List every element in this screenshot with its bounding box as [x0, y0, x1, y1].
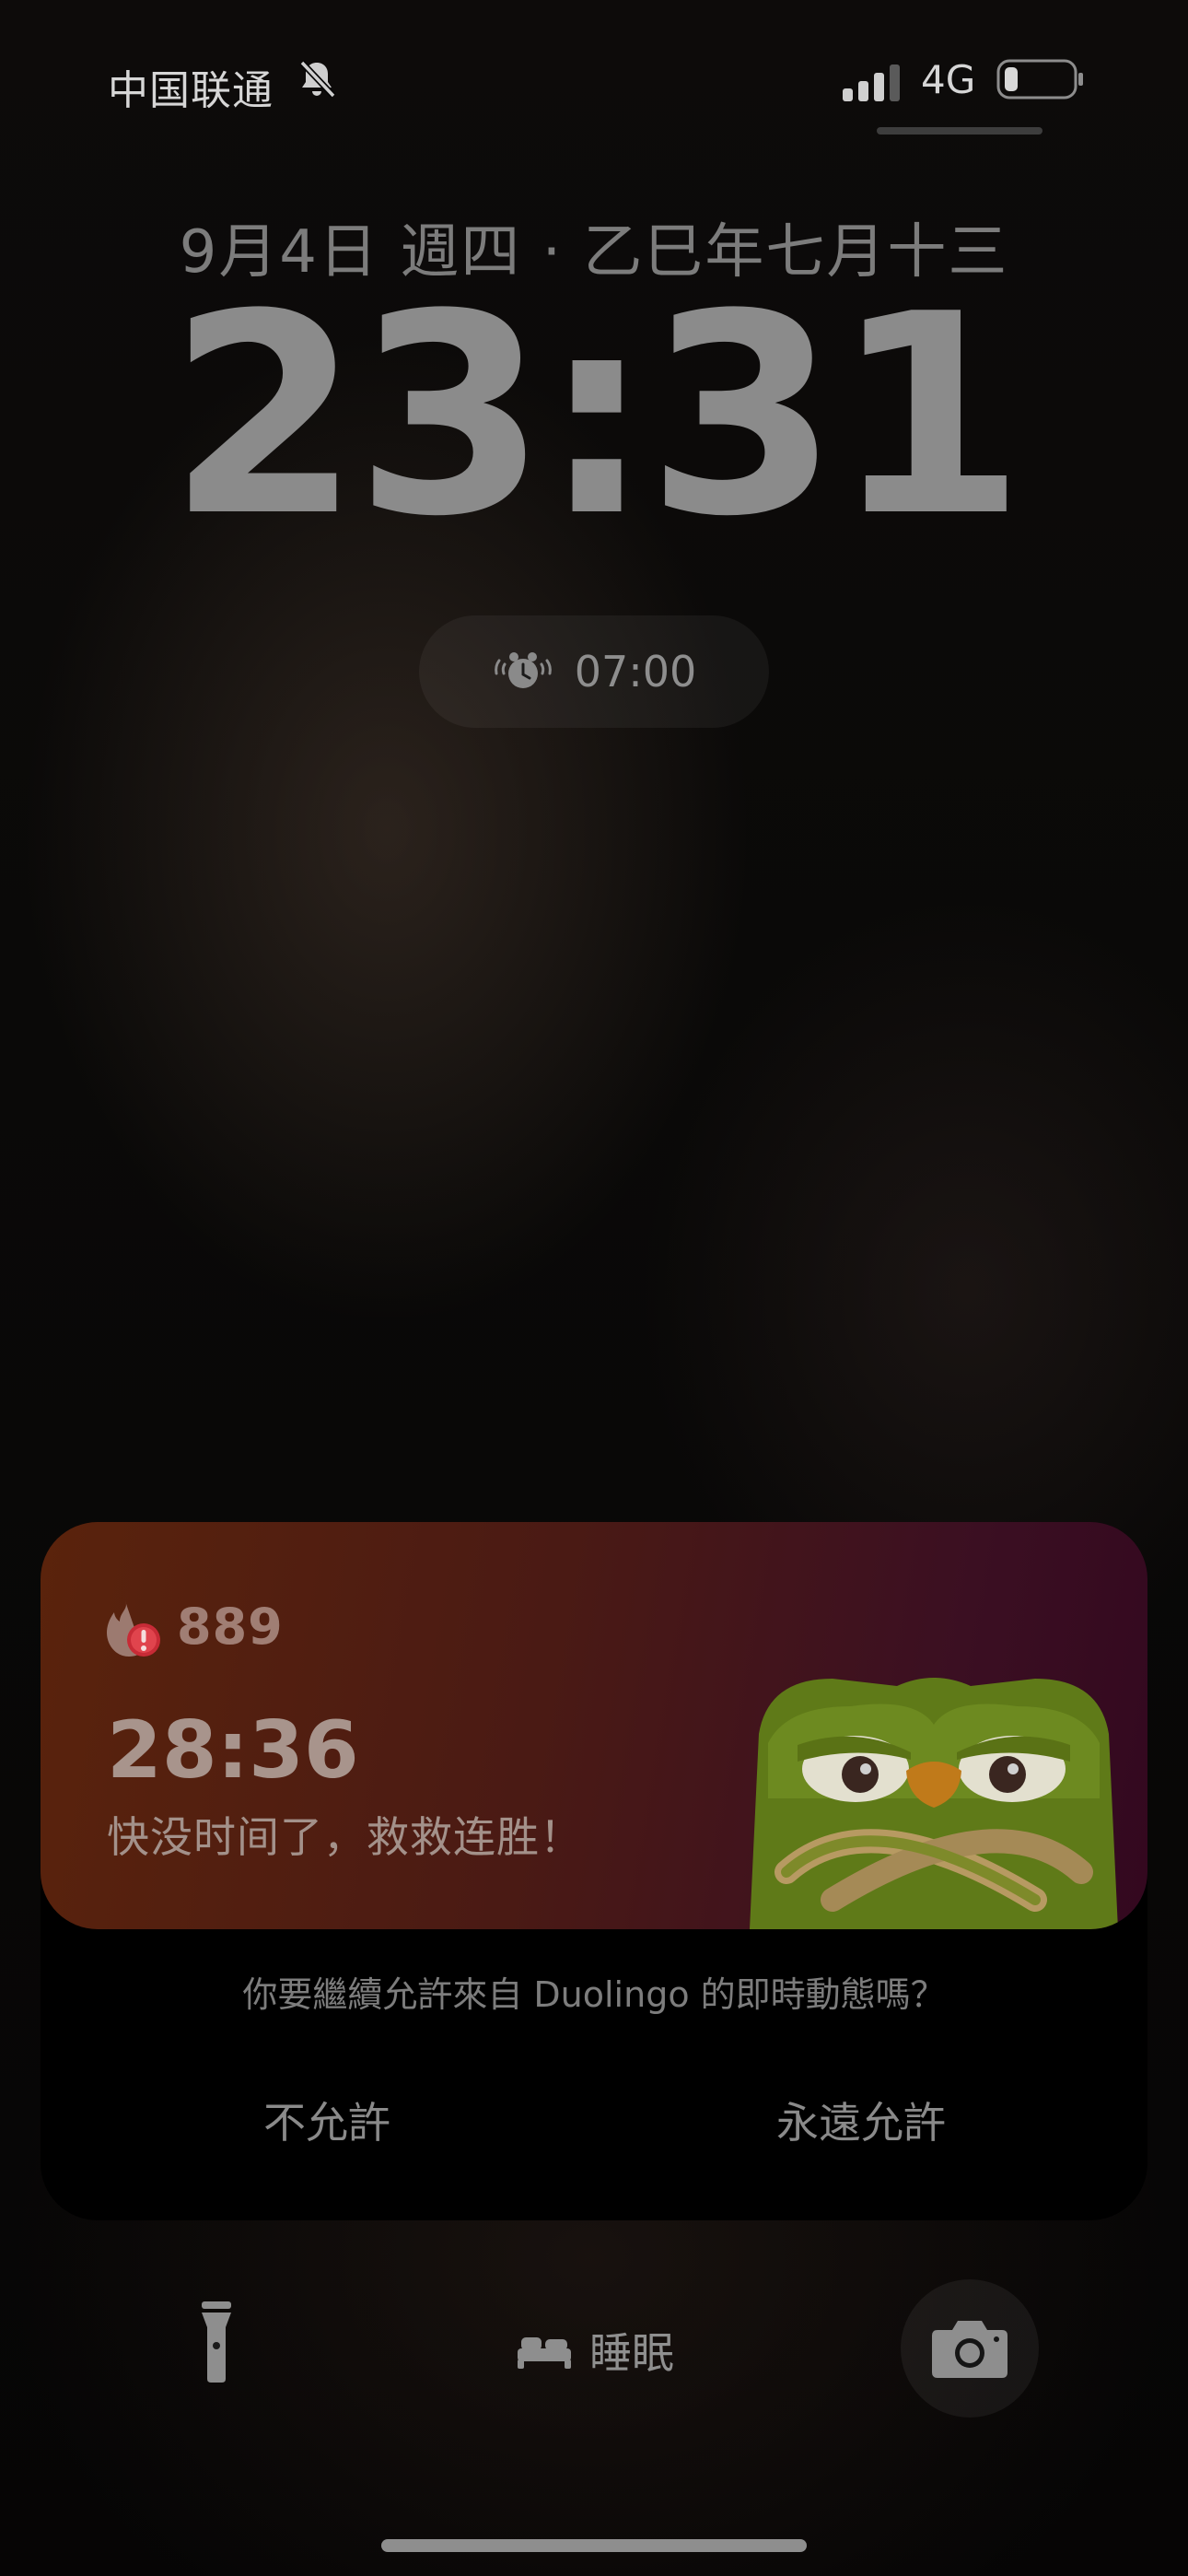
deny-button[interactable]: 不允許	[184, 2090, 470, 2150]
permission-question: 你要繼續允許來自 Duolingo 的即時動態嗎？	[242, 1974, 946, 2015]
camera-button[interactable]	[901, 2279, 1039, 2418]
streak-count: 889	[177, 1598, 284, 1656]
camera-icon	[932, 2321, 1007, 2378]
network-type: 4G	[921, 57, 976, 102]
always-allow-button[interactable]: 永遠允許	[718, 2090, 1004, 2150]
flashlight-icon	[202, 2301, 231, 2383]
countdown-timer: 28:36	[107, 1704, 359, 1797]
sleep-label: 睡眠	[589, 2328, 674, 2378]
duolingo-live-activity[interactable]: 889 28:36 快没时间了，救救连胜！	[41, 1522, 1147, 1929]
activity-message: 快没时间了，救救连胜！	[107, 1812, 583, 1862]
battery-icon	[996, 59, 1083, 100]
alarm-clock-icon	[494, 652, 552, 688]
lock-screen-time: 23:31	[168, 255, 1026, 577]
status-indicator-bar	[877, 127, 1042, 135]
carrier-name: 中国联通	[108, 67, 274, 114]
mute-bell-icon	[299, 60, 336, 99]
bed-icon	[518, 2337, 571, 2369]
alarm-widget[interactable]: 07:00	[419, 615, 769, 728]
alarm-time: 07:00	[574, 647, 697, 697]
flame-alert-icon	[107, 1601, 160, 1657]
sleep-focus-indicator[interactable]: 睡眠	[516, 2320, 674, 2381]
home-indicator[interactable]	[381, 2539, 807, 2552]
signal-icon	[843, 64, 900, 101]
status-bar: 中国联通 4G	[0, 0, 1188, 138]
flashlight-button[interactable]	[152, 2277, 281, 2406]
duolingo-owl-icon	[750, 1678, 1118, 1929]
